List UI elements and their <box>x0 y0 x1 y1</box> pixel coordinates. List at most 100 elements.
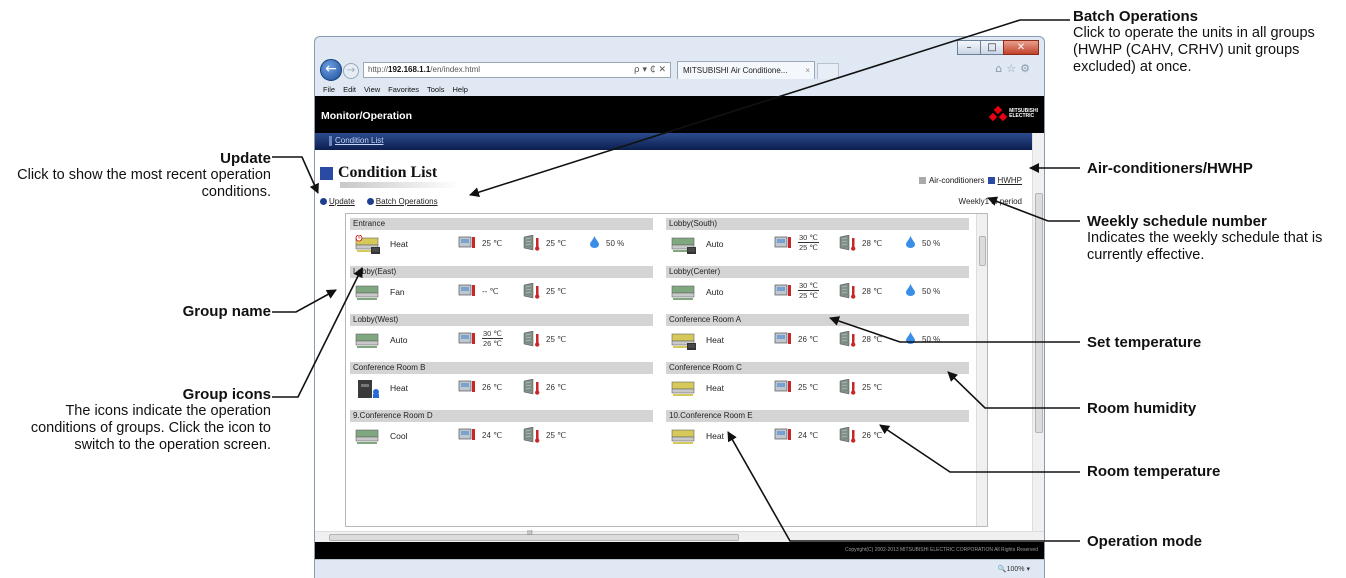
tab-title: MITSUBISHI Air Conditione... <box>683 66 788 75</box>
group-name: Conference Room C <box>666 362 969 374</box>
room-temperature: 25 ℃ <box>546 287 567 296</box>
hwhp-unit-icon[interactable] <box>355 379 381 399</box>
update-callout-heading: Update <box>220 150 271 167</box>
remote-controller-icon <box>774 380 791 392</box>
page-title: Condition List <box>320 164 460 188</box>
operation-mode: Fan <box>390 287 405 297</box>
minimize-button[interactable]: – <box>957 40 981 55</box>
url-prefix: http:// <box>368 65 389 74</box>
batch-operations-link[interactable]: Batch Operations <box>366 197 438 206</box>
page-scrollbar[interactable] <box>1032 133 1044 531</box>
room-temperature: 28 ℃ <box>862 239 883 248</box>
page-scroll-thumb[interactable] <box>1035 193 1043 433</box>
status-bar: 🔍100% ▾ <box>315 559 1044 578</box>
page-header: Monitor/Operation MITSUBISHI ELECTRIC <box>315 96 1044 133</box>
address-tools-icon[interactable]: ρ ▾ ₵ ✕ <box>634 63 666 77</box>
set-temperature: 26 ℃ <box>798 335 819 344</box>
group-name: Lobby(East) <box>350 266 653 278</box>
horizontal-scrollbar[interactable]: III <box>315 530 1044 542</box>
browser-tab[interactable]: MITSUBISHI Air Conditione... × <box>677 61 815 79</box>
logo-text: MITSUBISHI ELECTRIC <box>1009 107 1038 119</box>
new-tab-button[interactable] <box>817 63 839 79</box>
operation-mode: Heat <box>706 335 724 345</box>
title-underline <box>340 182 460 188</box>
group-name: Conference Room A <box>666 314 969 326</box>
forward-arrow-icon[interactable]: → <box>343 63 359 79</box>
weekly-callout-body: Indicates the weekly schedule that is cu… <box>1087 230 1323 263</box>
url-host: 192.168.1.1 <box>388 65 431 74</box>
scroll-grip: III <box>527 530 533 537</box>
zoom-level[interactable]: 🔍100% ▾ <box>998 565 1030 573</box>
indoor-unit-icon[interactable] <box>355 427 381 447</box>
action-links: Update Batch Operations <box>320 197 438 206</box>
update-label: Update <box>329 197 355 206</box>
indoor-unit-icon[interactable] <box>671 427 697 447</box>
group-name: Entrance <box>350 218 653 230</box>
batch-bullet-icon <box>366 198 374 205</box>
set-temperature: 25 ℃ <box>798 383 819 392</box>
home-icon[interactable]: ⌂ <box>995 62 1006 75</box>
room-humidity: 50 % <box>922 287 941 296</box>
group-name-callout: Group name <box>60 303 271 320</box>
operation-mode: Auto <box>390 335 408 345</box>
indoor-unit-timer-icon[interactable] <box>355 235 381 255</box>
humidity-droplet-icon <box>906 284 915 296</box>
group-tile: Lobby(East) Fan -- ℃ 25 ℃ <box>350 266 653 312</box>
room-humidity: 50 % <box>606 239 625 248</box>
close-button[interactable]: ✕ <box>1003 40 1039 55</box>
remote-controller-icon <box>774 332 791 344</box>
menu-edit[interactable]: Edit <box>343 83 356 96</box>
indoor-unit-icon[interactable] <box>355 331 381 351</box>
group-list-scrollbar[interactable] <box>976 214 987 526</box>
menu-help[interactable]: Help <box>453 83 468 96</box>
group-icons-callout-heading: Group icons <box>182 386 271 403</box>
back-arrow-icon[interactable]: ← <box>320 59 342 81</box>
room-temp-callout-heading: Room temperature <box>1087 463 1221 480</box>
weekly-callout-heading: Weekly schedule number <box>1087 213 1267 230</box>
logo-diamonds-icon <box>988 105 1008 122</box>
set-temperature: 24 ℃ <box>798 431 819 440</box>
nav-condition-list-link[interactable]: Condition List <box>335 136 383 145</box>
group-list-scroll-thumb[interactable] <box>979 236 986 266</box>
update-link[interactable]: Update <box>320 197 355 206</box>
remote-controller-icon <box>458 428 475 440</box>
tab-close-icon[interactable]: × <box>805 62 810 79</box>
room-temperature: 25 ℃ <box>546 239 567 248</box>
menu-view[interactable]: View <box>364 83 380 96</box>
set-temperature-range: 30 ℃ 25 ℃ <box>798 233 819 252</box>
toolbar-icons: ⌂☆⚙ <box>995 62 1034 75</box>
set-temperature: 25 ℃ <box>482 239 503 248</box>
web-page: Monitor/Operation MITSUBISHI ELECTRIC Co… <box>315 96 1044 559</box>
remote-controller-icon <box>458 380 475 392</box>
set-temperature-range: 30 ℃ 26 ℃ <box>482 329 503 348</box>
indoor-unit-hwhp-icon[interactable] <box>671 235 697 255</box>
set-temperature-range: 30 ℃ 25 ℃ <box>798 281 819 300</box>
favorites-star-icon[interactable]: ☆ <box>1006 62 1020 75</box>
menu-favorites[interactable]: Favorites <box>388 83 419 96</box>
group-tile: Conference Room C Heat 25 ℃ 25 ℃ <box>666 362 969 408</box>
indoor-unit-icon[interactable] <box>671 283 697 303</box>
room-temperature: 25 ℃ <box>546 335 567 344</box>
room-thermometer-icon <box>839 379 856 395</box>
menu-file[interactable]: File <box>323 83 335 96</box>
group-tile: Entrance Heat 25 ℃ 25 ℃ 50 % <box>350 218 653 264</box>
operation-mode: Heat <box>390 239 408 249</box>
humidity-droplet-icon <box>906 332 915 344</box>
hwhp-link[interactable]: HWHP <box>998 176 1022 185</box>
set-temperature: -- ℃ <box>482 287 499 296</box>
menu-tools[interactable]: Tools <box>427 83 445 96</box>
address-bar[interactable]: http://192.168.1.1/en/index.html ρ ▾ ₵ ✕ <box>363 62 671 78</box>
gear-icon[interactable]: ⚙ <box>1020 62 1034 75</box>
indoor-unit-hwhp-icon[interactable] <box>671 331 697 351</box>
maximize-button[interactable]: □ <box>980 40 1004 55</box>
indoor-unit-icon[interactable] <box>671 379 697 399</box>
mode-callout-heading: Operation mode <box>1087 533 1203 550</box>
mitsubishi-logo: MITSUBISHI ELECTRIC <box>988 105 1038 122</box>
indoor-unit-icon[interactable] <box>355 283 381 303</box>
room-temperature: 28 ℃ <box>862 335 883 344</box>
room-thermometer-icon <box>523 427 540 443</box>
batch-label: Batch Operations <box>375 197 438 206</box>
operation-mode: Auto <box>706 239 724 249</box>
horizontal-scroll-thumb[interactable] <box>329 534 739 541</box>
address-row: ← → http://192.168.1.1/en/index.html ρ ▾… <box>315 57 1044 83</box>
